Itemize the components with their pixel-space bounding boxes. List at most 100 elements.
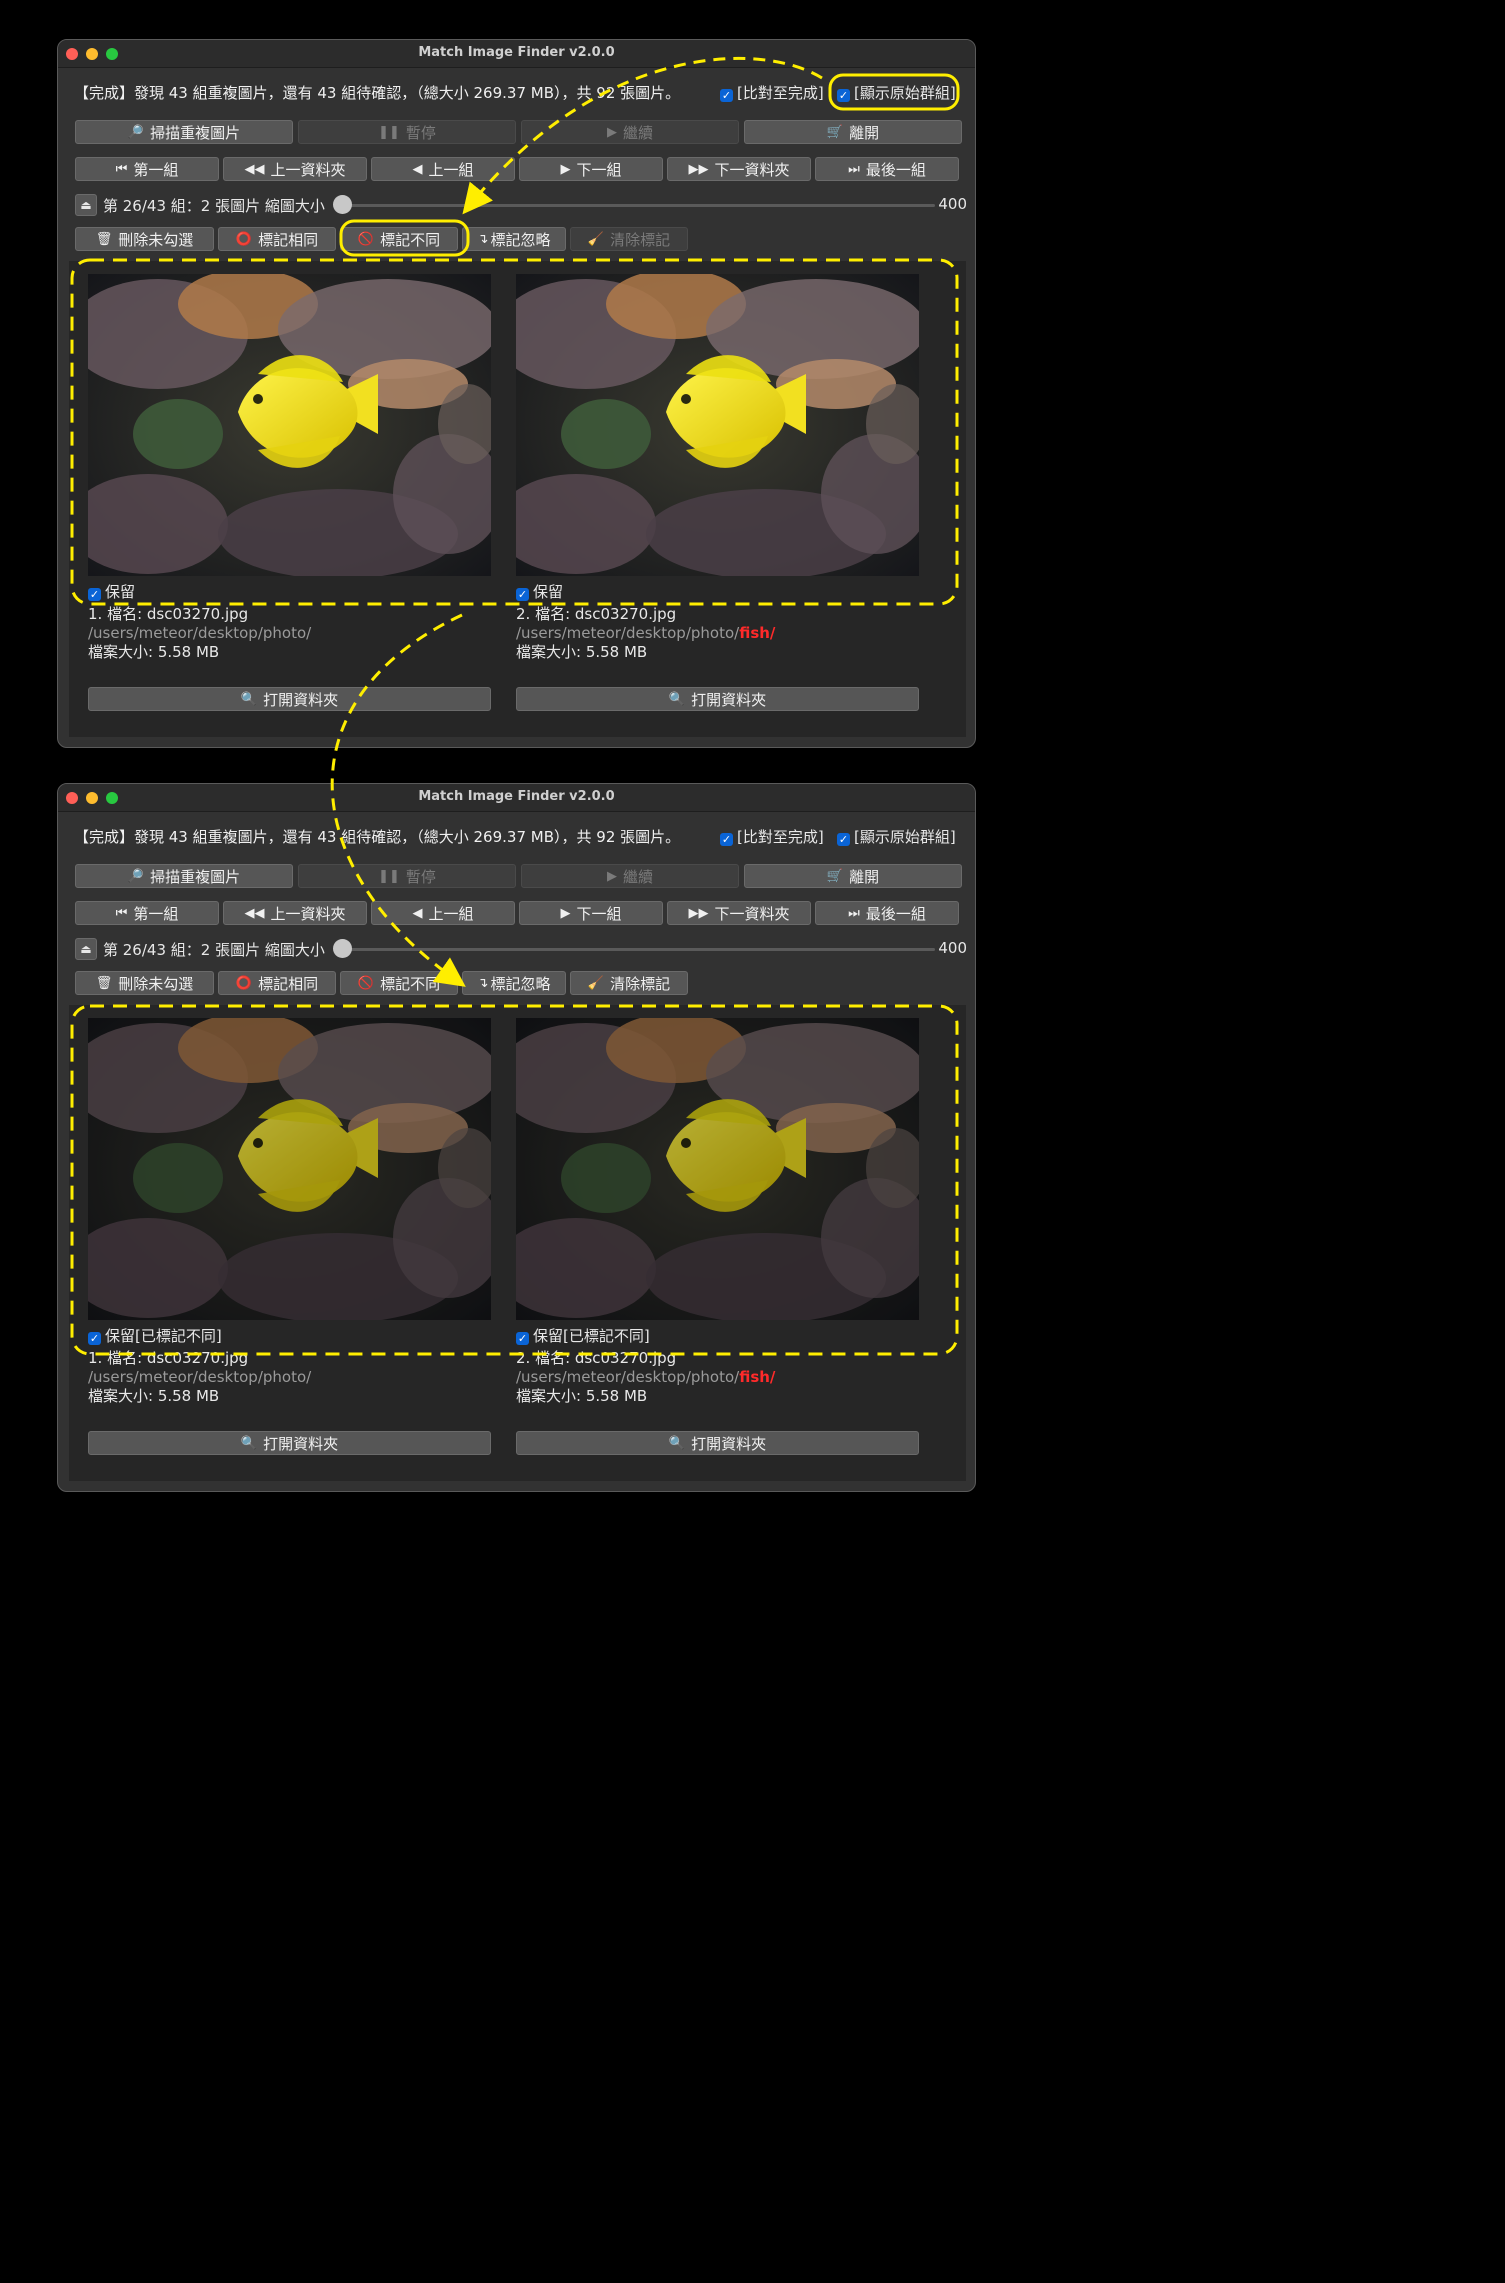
skip-start-icon: ⏮ bbox=[115, 161, 128, 177]
delete-unchecked-button[interactable]: 🗑 刪除未勾選 bbox=[75, 971, 214, 995]
clear-mark-button[interactable]: 🧹 清除標記 bbox=[570, 227, 688, 251]
magnifier-icon: 🔍 bbox=[240, 1435, 258, 1451]
file-size: 檔案大小: 5.58 MB bbox=[516, 643, 648, 661]
fast-forward-icon: ▶▶ bbox=[688, 161, 709, 177]
slider-knob[interactable] bbox=[333, 195, 352, 214]
show-original-group-checkbox[interactable]: ✓ [顯示原始群組] bbox=[837, 82, 956, 103]
last-group-button[interactable]: ⏭ 最後一組 bbox=[815, 901, 959, 925]
mark-different-button[interactable]: 🚫 標記不同 bbox=[340, 971, 458, 995]
navigation-toolbar: ⏮ 第一組 ◀◀ 上一資料夾 ◀ 上一組 ▶ 下一組 ▶▶ 下一資料夾 ⏭ 最後一組 bbox=[75, 901, 959, 925]
status-text: 【完成】發現 43 組重複圖片，還有 43 組待確認，（總大小 269.37 M… bbox=[74, 84, 681, 102]
action-toolbar: 🔎 掃描重複圖片 ❚❚ 暫停 ▶ 繼續 🛒 離開 bbox=[75, 864, 962, 888]
resume-button[interactable]: ▶ 繼續 bbox=[521, 864, 739, 888]
thumbnail-image[interactable] bbox=[88, 274, 491, 576]
clear-mark-button[interactable]: 🧹 清除標記 bbox=[570, 971, 688, 995]
group-info: 第 26/43 組：2 張圖片 縮圖大小 bbox=[103, 197, 325, 215]
pause-icon: ❚❚ bbox=[378, 868, 400, 884]
red-circle-icon: ⭕ bbox=[235, 975, 253, 991]
slider-knob[interactable] bbox=[333, 939, 352, 958]
keep-checkbox[interactable]: ✓ 保留[已標記不同] bbox=[88, 1325, 222, 1346]
fast-forward-icon: ▶▶ bbox=[688, 905, 709, 921]
play-icon: ▶ bbox=[606, 868, 617, 884]
app-window-before: Match Image Finder v2.0.0 【完成】發現 43 組重複圖… bbox=[57, 39, 976, 748]
prev-group-button[interactable]: ◀ 上一組 bbox=[371, 901, 515, 925]
pause-button[interactable]: ❚❚ 暫停 bbox=[298, 120, 516, 144]
broom-icon: 🧹 bbox=[587, 975, 605, 991]
no-entry-icon: 🚫 bbox=[357, 975, 375, 991]
compare-to-finish-checkbox[interactable]: ✓ [比對至完成] bbox=[720, 82, 824, 103]
thumbnail-image[interactable] bbox=[88, 1018, 491, 1320]
skip-start-icon: ⏮ bbox=[115, 905, 128, 921]
mark-same-button[interactable]: ⭕ 標記相同 bbox=[218, 227, 336, 251]
show-original-group-checkbox[interactable]: ✓ [顯示原始群組] bbox=[837, 826, 956, 847]
keep-checkbox[interactable]: ✓ 保留 bbox=[516, 581, 563, 602]
file-info: 1. 檔名: dsc03270.jpg /users/meteor/deskto… bbox=[88, 1349, 311, 1406]
cart-icon: 🛒 bbox=[826, 868, 844, 884]
exit-button[interactable]: 🛒 離開 bbox=[744, 120, 962, 144]
prev-folder-button[interactable]: ◀◀ 上一資料夾 bbox=[223, 157, 367, 181]
thumbnail-image[interactable] bbox=[516, 1018, 919, 1320]
trash-icon: 🗑 bbox=[95, 231, 113, 247]
next-folder-button[interactable]: ▶▶ 下一資料夾 bbox=[667, 157, 811, 181]
mark-ignore-button[interactable]: ↴ 標記忽略 bbox=[462, 227, 566, 251]
magnifier-icon: 🔎 bbox=[127, 124, 145, 140]
scan-button[interactable]: 🔎 掃描重複圖片 bbox=[75, 864, 293, 888]
rewind-icon: ◀◀ bbox=[244, 905, 265, 921]
triangle-right-icon: ▶ bbox=[560, 905, 571, 921]
thumb-size-slider[interactable] bbox=[343, 948, 935, 951]
pause-button[interactable]: ❚❚ 暫停 bbox=[298, 864, 516, 888]
first-group-button[interactable]: ⏮ 第一組 bbox=[75, 157, 219, 181]
no-entry-icon: 🚫 bbox=[357, 231, 375, 247]
checkmark-icon: ✓ bbox=[88, 1332, 101, 1345]
keep-checkbox[interactable]: ✓ 保留[已標記不同] bbox=[516, 1325, 650, 1346]
eject-button[interactable]: ⏏ bbox=[75, 938, 97, 960]
app-window-after: Match Image Finder v2.0.0 【完成】發現 43 組重複圖… bbox=[57, 783, 976, 1492]
checkbox-label: [顯示原始群組] bbox=[854, 84, 956, 102]
prev-folder-button[interactable]: ◀◀ 上一資料夾 bbox=[223, 901, 367, 925]
file-size: 檔案大小: 5.58 MB bbox=[88, 1387, 220, 1405]
checkmark-icon: ✓ bbox=[516, 1332, 529, 1345]
eject-icon: ⏏ bbox=[80, 198, 92, 212]
eject-button[interactable]: ⏏ bbox=[75, 194, 97, 216]
red-circle-icon: ⭕ bbox=[235, 231, 253, 247]
skip-end-icon: ⏭ bbox=[848, 905, 860, 921]
first-group-button[interactable]: ⏮ 第一組 bbox=[75, 901, 219, 925]
triangle-left-icon: ◀ bbox=[412, 905, 423, 921]
open-folder-button[interactable]: 🔍 打開資料夾 bbox=[516, 1431, 919, 1455]
magnifier-icon: 🔍 bbox=[668, 1435, 686, 1451]
next-group-button[interactable]: ▶ 下一組 bbox=[519, 901, 663, 925]
open-folder-button[interactable]: 🔍 打開資料夾 bbox=[88, 1431, 491, 1455]
last-group-button[interactable]: ⏭ 最後一組 bbox=[815, 157, 959, 181]
mark-different-button[interactable]: 🚫 標記不同 bbox=[340, 227, 458, 251]
pause-icon: ❚❚ bbox=[378, 124, 400, 140]
open-folder-button[interactable]: 🔍 打開資料夾 bbox=[516, 687, 919, 711]
delete-unchecked-button[interactable]: 🗑 刪除未勾選 bbox=[75, 227, 214, 251]
thumbnail-image[interactable] bbox=[516, 274, 919, 576]
checkmark-icon: ✓ bbox=[720, 89, 733, 102]
scan-button[interactable]: 🔎 掃描重複圖片 bbox=[75, 120, 293, 144]
thumb-size-slider[interactable] bbox=[343, 204, 935, 207]
mark-ignore-button[interactable]: ↴ 標記忽略 bbox=[462, 971, 566, 995]
checkmark-icon: ✓ bbox=[837, 833, 850, 846]
next-group-button[interactable]: ▶ 下一組 bbox=[519, 157, 663, 181]
compare-to-finish-checkbox[interactable]: ✓ [比對至完成] bbox=[720, 826, 824, 847]
exit-button[interactable]: 🛒 離開 bbox=[744, 864, 962, 888]
eject-icon: ⏏ bbox=[80, 942, 92, 956]
open-folder-button[interactable]: 🔍 打開資料夾 bbox=[88, 687, 491, 711]
file-path: /users/meteor/desktop/photo/fish/ bbox=[516, 624, 776, 642]
resume-button[interactable]: ▶ 繼續 bbox=[521, 120, 739, 144]
checkbox-label: [顯示原始群組] bbox=[854, 828, 956, 846]
mark-toolbar: 🗑 刪除未勾選 ⭕ 標記相同 🚫 標記不同 ↴ 標記忽略 🧹 清除標記 bbox=[75, 971, 688, 995]
title-bar: Match Image Finder v2.0.0 bbox=[58, 784, 975, 812]
next-folder-button[interactable]: ▶▶ 下一資料夾 bbox=[667, 901, 811, 925]
thumb-size-value: 400 bbox=[938, 195, 967, 213]
skip-end-icon: ⏭ bbox=[848, 161, 860, 177]
thumb-size-value: 400 bbox=[938, 939, 967, 957]
title-bar: Match Image Finder v2.0.0 bbox=[58, 40, 975, 68]
keep-checkbox[interactable]: ✓ 保留 bbox=[88, 581, 135, 602]
prev-group-button[interactable]: ◀ 上一組 bbox=[371, 157, 515, 181]
file-name: 2. 檔名: dsc03270.jpg bbox=[516, 1349, 677, 1367]
mark-same-button[interactable]: ⭕ 標記相同 bbox=[218, 971, 336, 995]
file-size: 檔案大小: 5.58 MB bbox=[88, 643, 220, 661]
window-title: Match Image Finder v2.0.0 bbox=[418, 45, 615, 60]
